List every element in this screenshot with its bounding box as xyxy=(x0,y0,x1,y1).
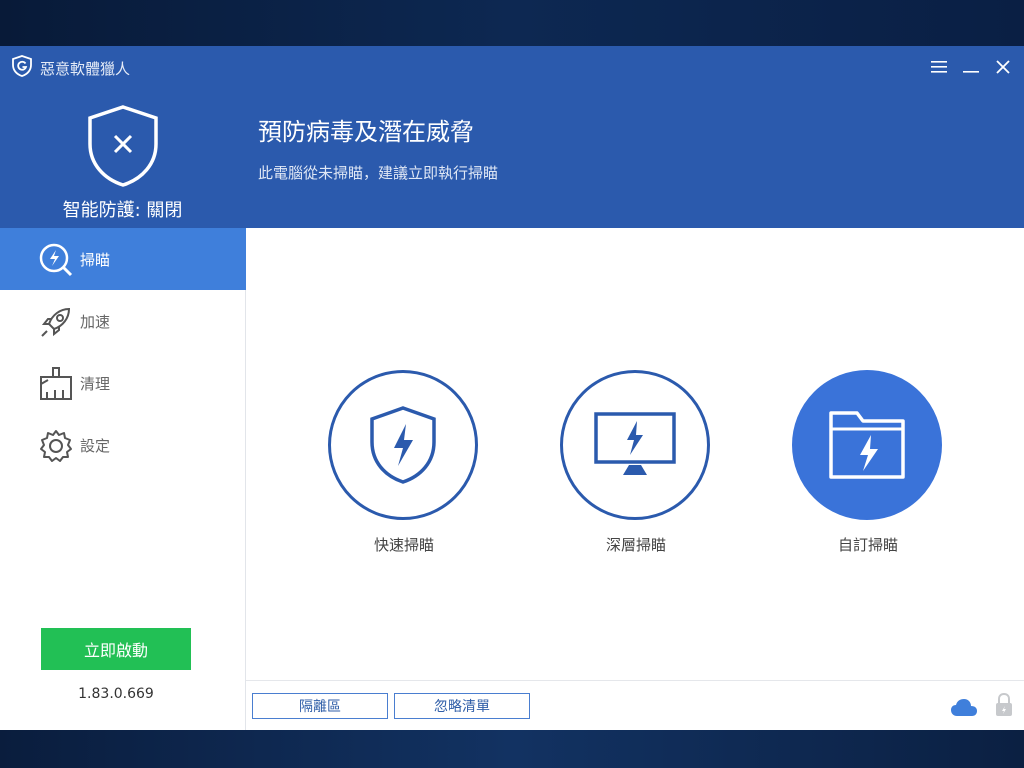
broom-icon xyxy=(40,367,72,400)
version-text: 1.83.0.669 xyxy=(78,686,154,702)
sidebar-item-label: 清理 xyxy=(80,375,111,393)
sidebar-item-clean[interactable]: 清理 xyxy=(0,352,246,414)
lock-icon[interactable] xyxy=(994,693,1014,717)
scan-icon xyxy=(39,243,73,277)
scan-panel: 快速掃瞄 深層掃瞄 自訂掃瞄 xyxy=(246,228,1024,680)
protection-off-shield-icon xyxy=(88,105,158,187)
protection-status: 智能防護: 關閉 xyxy=(62,200,183,221)
monitor-bolt-icon xyxy=(594,412,676,475)
custom-scan-button[interactable] xyxy=(792,370,942,520)
app-title: 惡意軟體獵人 xyxy=(40,60,131,78)
scan-option-label: 深層掃瞄 xyxy=(605,536,666,554)
gear-icon xyxy=(40,430,72,462)
close-button[interactable] xyxy=(990,54,1016,80)
sidebar-item-label: 設定 xyxy=(80,437,111,455)
header-bar: 惡意軟體獵人 智能防護: 關閉 預防病毒及潛在威脅 此電腦從未掃瞄，建議立即執行… xyxy=(0,46,1024,228)
activate-now-button[interactable]: 立即啟動 xyxy=(41,628,191,670)
rocket-icon xyxy=(41,307,71,337)
quick-scan-button[interactable] xyxy=(328,370,478,520)
custom-scan-option[interactable]: 自訂掃瞄 xyxy=(792,370,944,555)
quarantine-button[interactable]: 隔離區 xyxy=(252,693,388,719)
menu-icon xyxy=(931,61,947,73)
cloud-icon[interactable] xyxy=(950,697,978,717)
scan-option-label: 快速掃瞄 xyxy=(373,536,434,554)
close-icon xyxy=(996,60,1010,74)
deep-scan-option[interactable]: 深層掃瞄 xyxy=(560,370,712,555)
scan-option-label: 自訂掃瞄 xyxy=(837,536,898,554)
ignore-list-button[interactable]: 忽略清單 xyxy=(394,693,530,719)
minimize-icon xyxy=(963,71,979,73)
quick-scan-option[interactable]: 快速掃瞄 xyxy=(328,370,480,555)
page-subline: 此電腦從未掃瞄，建議立即執行掃瞄 xyxy=(258,164,499,182)
footer-bar: 隔離區 忽略清單 xyxy=(246,680,1024,730)
sidebar-item-label: 加速 xyxy=(80,313,111,331)
folder-bolt-icon xyxy=(829,411,905,479)
desktop-background-bottom xyxy=(0,730,1024,768)
shield-bolt-icon xyxy=(370,406,436,484)
desktop-background-top xyxy=(0,0,1024,46)
sidebar-item-speedup[interactable]: 加速 xyxy=(0,290,246,352)
app-window: 惡意軟體獵人 智能防護: 關閉 預防病毒及潛在威脅 此電腦從未掃瞄，建議立即執行… xyxy=(0,46,1024,730)
deep-scan-button[interactable] xyxy=(560,370,710,520)
minimize-button[interactable] xyxy=(958,54,984,80)
app-logo-icon xyxy=(12,55,32,77)
sidebar-item-label: 掃瞄 xyxy=(80,251,111,269)
sidebar-item-settings[interactable]: 設定 xyxy=(0,414,246,476)
sidebar-item-scan[interactable]: 掃瞄 xyxy=(0,228,246,290)
page-headline: 預防病毒及潛在威脅 xyxy=(258,118,474,146)
window-controls xyxy=(926,54,1016,80)
sidebar: 掃瞄 加速 清理 設定 立即啟動 1.83.0.669 xyxy=(0,228,246,730)
menu-button[interactable] xyxy=(926,54,952,80)
